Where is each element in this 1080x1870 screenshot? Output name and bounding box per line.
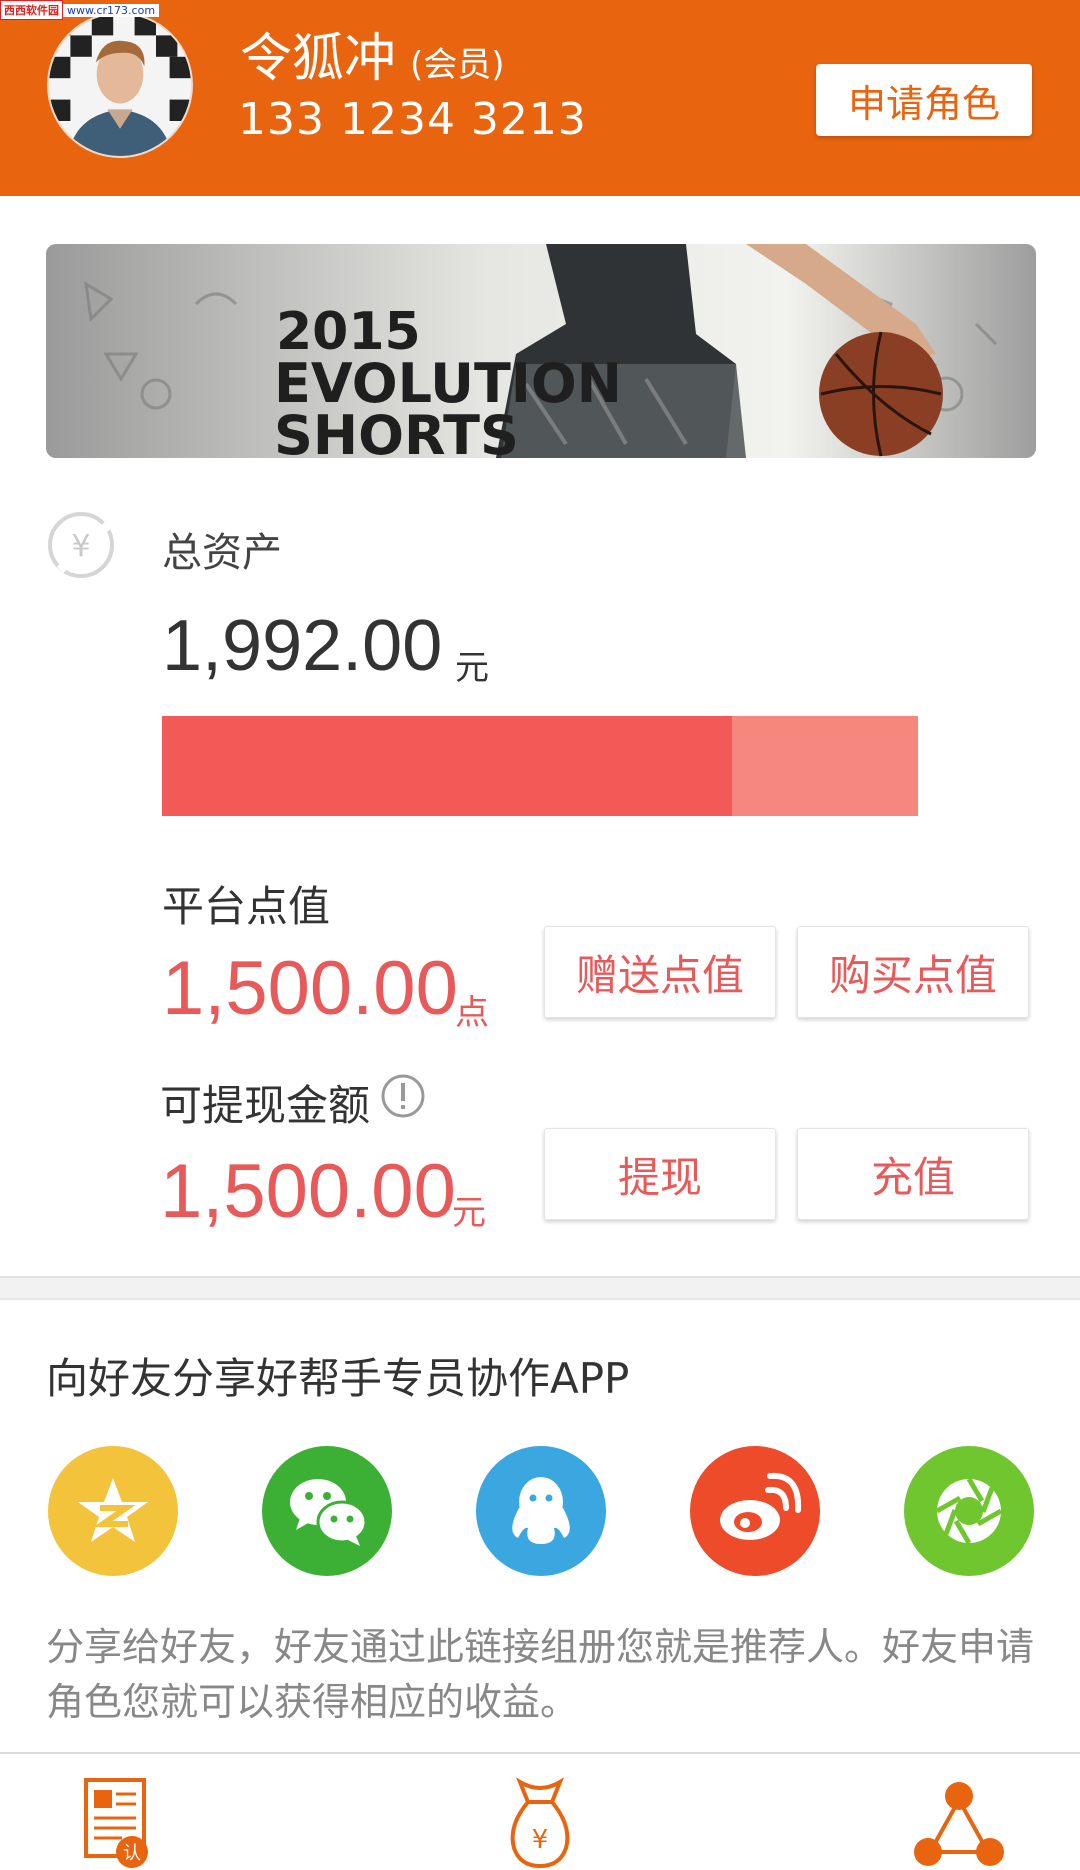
user-phone: 133 1234 3213 (238, 94, 587, 145)
platform-points-label: 平台点值 (162, 882, 331, 931)
platform-points-value: 1,500.00 (162, 946, 458, 1031)
buy-points-button[interactable]: 购买点值 (797, 926, 1029, 1018)
watermark-logo: 西西软件园 (0, 0, 63, 20)
svg-text:¥: ¥ (532, 1825, 549, 1855)
avatar-image (49, 14, 191, 156)
money-bag-icon[interactable]: ¥ (506, 1776, 574, 1870)
gift-points-button[interactable]: 赠送点值 (544, 926, 776, 1018)
asset-bar-fill (162, 716, 733, 816)
share-description: 分享给好友，好友通过此链接组册您就是推荐人。好友申请角色您就可以获得相应的收益。 (46, 1625, 1035, 1724)
avatar[interactable] (47, 12, 193, 158)
yuan-coin-icon: ¥ (48, 512, 114, 578)
moments-icon (935, 1477, 1003, 1545)
share-moments-button[interactable] (904, 1446, 1034, 1576)
banner-text-shorts: SHORTS (274, 404, 519, 458)
bottom-divider (0, 1752, 1080, 1754)
user-name-text: 令狐冲 (240, 29, 397, 89)
share-network-icon[interactable] (912, 1776, 1006, 1870)
asset-distribution-bar (162, 716, 918, 816)
share-qzone-button[interactable] (48, 1446, 178, 1576)
withdrawable-amount-unit: 元 (452, 1193, 486, 1233)
total-assets-unit: 元 (455, 648, 489, 688)
document-verify-icon[interactable]: 认 (82, 1776, 154, 1870)
section-divider (0, 1276, 1080, 1300)
qq-icon (512, 1477, 570, 1544)
share-title: 向好友分享好帮手专员协作APP (46, 1354, 630, 1403)
withdrawable-amount-value: 1,500.00 (160, 1149, 456, 1234)
svg-text:认: 认 (123, 1843, 141, 1864)
wechat-icon (290, 1479, 368, 1546)
svg-text:¥: ¥ (71, 529, 90, 564)
weibo-icon (720, 1472, 802, 1540)
apply-role-button[interactable]: 申请角色 (816, 64, 1032, 136)
platform-points-unit: 点 (455, 993, 489, 1033)
user-role: (会员) (410, 45, 505, 85)
share-wechat-button[interactable] (262, 1446, 392, 1576)
withdrawable-amount-label: 可提现金额 (160, 1081, 371, 1130)
info-icon[interactable] (380, 1073, 426, 1119)
qzone-icon (78, 1478, 148, 1542)
promo-banner[interactable]: 2015 EVOLUTION SHORTS (46, 244, 1036, 458)
user-name: 令狐冲 (会员) (240, 16, 505, 91)
banner-image: 2015 EVOLUTION SHORTS (46, 244, 1036, 458)
withdraw-button[interactable]: 提现 (544, 1128, 776, 1220)
total-assets-label: 总资产 (162, 530, 282, 576)
profile-header: 令狐冲 (会员) 133 1234 3213 申请角色 (0, 0, 1080, 196)
share-weibo-button[interactable] (690, 1446, 820, 1576)
share-qq-button[interactable] (476, 1446, 606, 1576)
watermark: 西西软件园 www.cr173.com (0, 0, 160, 20)
recharge-button[interactable]: 充值 (797, 1128, 1029, 1220)
watermark-url: www.cr173.com (63, 3, 160, 17)
total-assets-value: 1,992.00 (162, 606, 443, 686)
